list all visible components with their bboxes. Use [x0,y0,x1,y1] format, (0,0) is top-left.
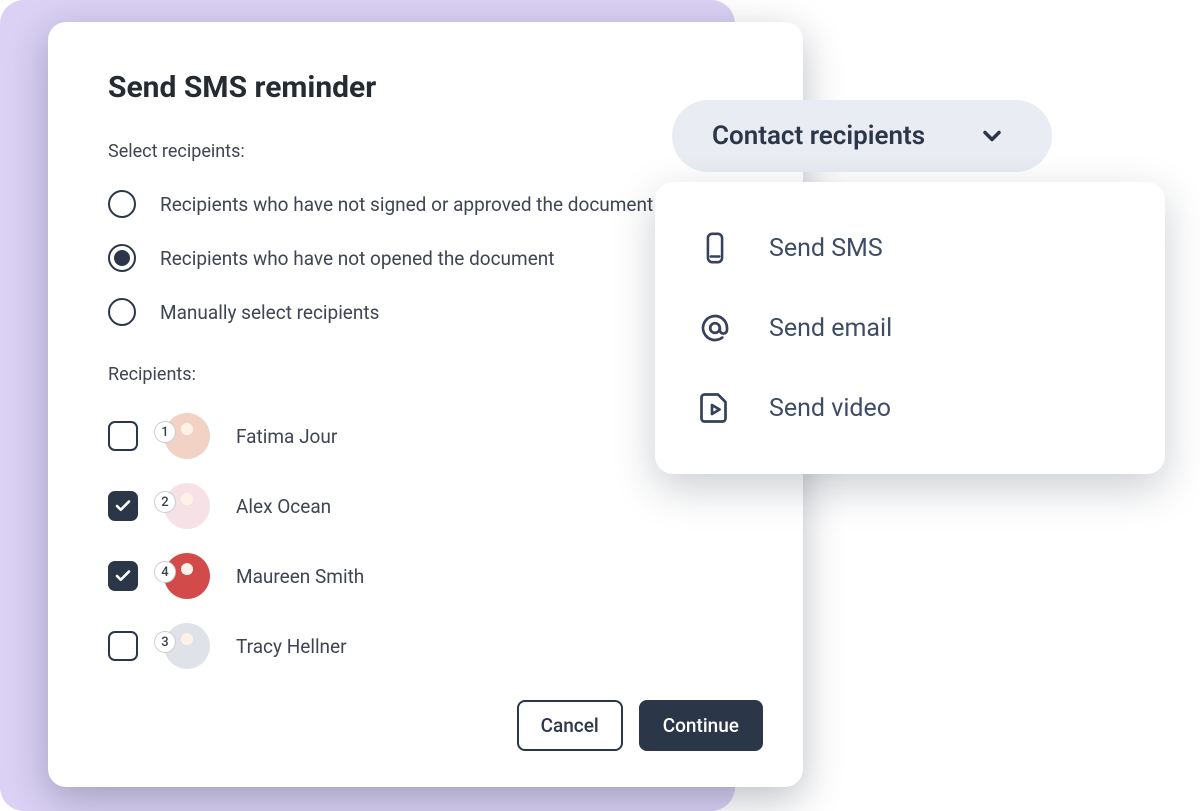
order-badge: 1 [154,421,176,443]
recipient-checkbox[interactable] [108,491,138,521]
recipients-label: Recipients: [108,364,743,385]
recipient-checkbox[interactable] [108,421,138,451]
menu-item-label: Send email [769,314,892,343]
phone-icon [695,228,735,268]
contact-recipients-menu: Send SMS Send email Send video [655,182,1165,474]
recipient-name: Alex Ocean [236,495,331,518]
cancel-button[interactable]: Cancel [517,700,623,751]
modal-button-row: Cancel Continue [517,700,763,751]
order-badge: 2 [154,491,176,513]
radio-icon[interactable] [108,298,136,326]
menu-item-label: Send SMS [769,234,883,263]
contact-recipients-dropdown[interactable]: Contact recipients [672,100,1052,172]
order-badge: 4 [154,561,176,583]
at-icon [695,308,735,348]
menu-item-phone[interactable]: Send SMS [689,208,1131,288]
recipient-row: 2 Alex Ocean [108,483,743,529]
menu-item-at[interactable]: Send email [689,288,1131,368]
radio-icon[interactable] [108,190,136,218]
continue-button[interactable]: Continue [639,700,763,751]
recipient-checkbox[interactable] [108,631,138,661]
recipient-row: 4 Maureen Smith [108,553,743,599]
select-recipients-label: Select recipeints: [108,141,743,162]
recipient-name: Maureen Smith [236,565,364,588]
radio-option-2[interactable]: Manually select recipients [108,298,743,326]
radio-option-0[interactable]: Recipients who have not signed or approv… [108,190,743,218]
recipient-row: 3 Tracy Hellner [108,623,743,669]
recipient-checkbox[interactable] [108,561,138,591]
order-badge: 3 [154,631,176,653]
avatar: 4 [164,553,210,599]
recipient-name: Fatima Jour [236,425,337,448]
radio-label: Manually select recipients [160,301,379,324]
menu-item-label: Send video [769,394,891,423]
avatar: 3 [164,623,210,669]
modal-title: Send SMS reminder [108,70,743,105]
recipient-row: 1 Fatima Jour [108,413,743,459]
radio-label: Recipients who have not signed or approv… [160,193,653,216]
radio-option-1[interactable]: Recipients who have not opened the docum… [108,244,743,272]
chevron-down-icon [972,116,1012,156]
radio-label: Recipients who have not opened the docum… [160,247,554,270]
radio-icon[interactable] [108,244,136,272]
avatar: 2 [164,483,210,529]
avatar: 1 [164,413,210,459]
recipient-name: Tracy Hellner [236,635,347,658]
dropdown-label: Contact recipients [712,121,925,151]
menu-item-video[interactable]: Send video [689,368,1131,448]
video-icon [695,388,735,428]
